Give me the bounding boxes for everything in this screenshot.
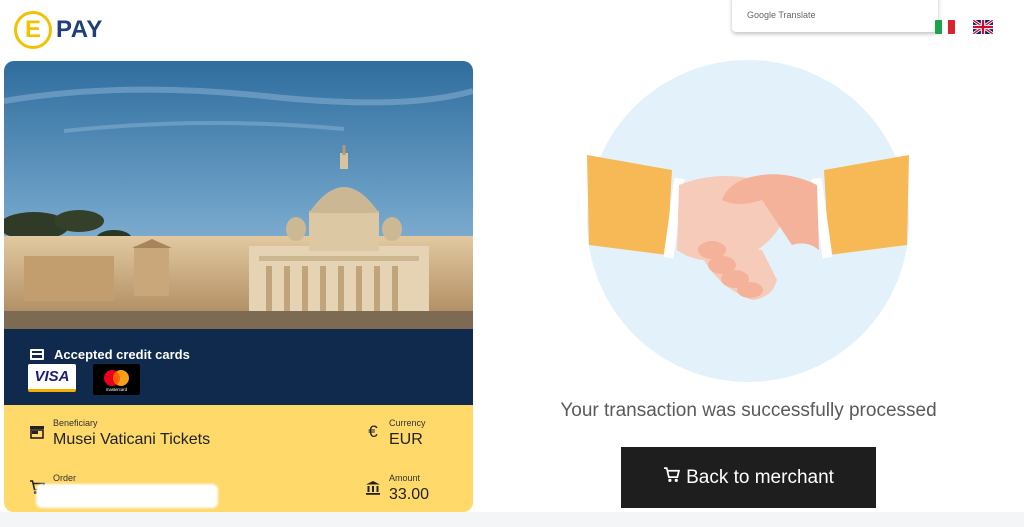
italy-flag-icon[interactable] bbox=[935, 20, 955, 34]
redacted-order-number bbox=[36, 484, 218, 508]
store-icon bbox=[28, 423, 46, 441]
back-to-merchant-button[interactable]: Back to merchant bbox=[621, 447, 876, 508]
logo-text: PAY bbox=[56, 16, 103, 43]
google-translate-bar[interactable]: Google Translate bbox=[732, 0, 938, 32]
payment-details: Beneficiary Musei Vaticani Tickets € Cur… bbox=[4, 405, 473, 512]
success-message: Your transaction was successfully proces… bbox=[560, 400, 937, 421]
beneficiary-label: Beneficiary bbox=[53, 418, 98, 428]
vatican-photo bbox=[4, 61, 473, 329]
handshake-icon bbox=[587, 60, 909, 382]
uk-flag-icon[interactable] bbox=[973, 20, 993, 34]
accepted-cards-label: Accepted credit cards bbox=[54, 347, 190, 362]
amount-value: 33.00 bbox=[389, 486, 430, 503]
order-label: Order bbox=[53, 473, 77, 483]
currency-value: EUR bbox=[389, 431, 423, 448]
bank-icon bbox=[364, 478, 382, 496]
currency-label: Currency bbox=[389, 418, 426, 428]
logo-mark: E bbox=[14, 11, 52, 49]
visa-logo: VISA bbox=[28, 364, 76, 392]
cart-icon bbox=[663, 467, 681, 488]
euro-icon: € bbox=[368, 422, 378, 441]
amount-label: Amount bbox=[389, 473, 421, 483]
footer bbox=[0, 512, 1024, 527]
result-panel: Your transaction was successfully proces… bbox=[473, 50, 1024, 527]
google-translate-brand: Google Translate bbox=[747, 10, 816, 20]
epay-logo: E PAY bbox=[14, 9, 103, 51]
mastercard-logo: mastercard bbox=[93, 364, 140, 395]
payment-card: Accepted credit cards VISA mastercard Be… bbox=[4, 61, 473, 512]
credit-card-icon bbox=[30, 349, 44, 360]
accepted-cards-heading: Accepted credit cards bbox=[30, 347, 190, 362]
beneficiary-value: Musei Vaticani Tickets bbox=[53, 431, 211, 448]
back-to-merchant-label: Back to merchant bbox=[686, 466, 834, 488]
svg-text:mastercard: mastercard bbox=[106, 387, 128, 392]
